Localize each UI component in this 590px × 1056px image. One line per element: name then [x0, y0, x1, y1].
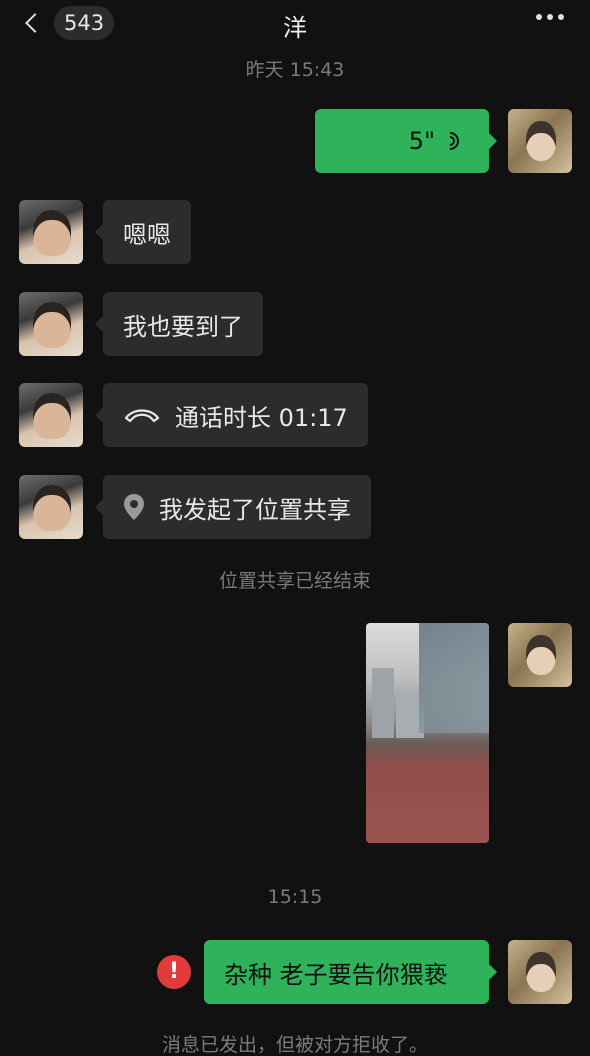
contact-avatar[interactable] — [19, 292, 83, 356]
message-text: 杂种 老子要告你猥亵 — [224, 960, 448, 989]
error-icon[interactable]: ! — [157, 955, 191, 989]
timestamp: 昨天 15:43 — [245, 59, 345, 81]
my-avatar[interactable] — [508, 623, 572, 687]
message-text: 我也要到了 — [123, 312, 243, 341]
call-record-bubble[interactable]: 通话时长 01:17 — [95, 383, 368, 447]
rejected-notice: 消息已发出，但被对方拒收了。 — [161, 1034, 428, 1056]
location-share-bubble[interactable]: 我发起了位置共享 — [95, 475, 371, 539]
timestamp: 15:15 — [267, 886, 323, 908]
location-share-text: 我发起了位置共享 — [159, 495, 351, 524]
more-options-button[interactable] — [536, 14, 564, 20]
contact-avatar[interactable] — [19, 200, 83, 264]
my-avatar[interactable] — [508, 109, 572, 173]
location-pin-icon — [124, 494, 144, 520]
voice-wave-icon — [437, 128, 469, 154]
dot-icon — [536, 14, 542, 20]
dot-icon — [547, 14, 553, 20]
chat-header: 543 洋 — [0, 0, 590, 50]
message-text: 嗯嗯 — [123, 220, 171, 249]
my-avatar[interactable] — [508, 940, 572, 1004]
voice-message-bubble[interactable]: 5" — [315, 109, 497, 173]
contact-avatar[interactable] — [19, 383, 83, 447]
sent-photo[interactable] — [366, 623, 489, 843]
call-duration-text: 通话时长 01:17 — [175, 403, 348, 432]
message-bubble[interactable]: 杂种 老子要告你猥亵 — [204, 940, 497, 1004]
chat-title: 洋 — [283, 14, 307, 42]
voice-duration: 5" — [408, 127, 435, 155]
dot-icon — [558, 14, 564, 20]
contact-avatar[interactable] — [19, 475, 83, 539]
message-bubble[interactable]: 我也要到了 — [95, 292, 263, 356]
message-bubble[interactable]: 嗯嗯 — [95, 200, 191, 264]
location-ended-notice: 位置共享已经结束 — [218, 570, 371, 592]
phone-hangup-icon — [124, 409, 160, 423]
